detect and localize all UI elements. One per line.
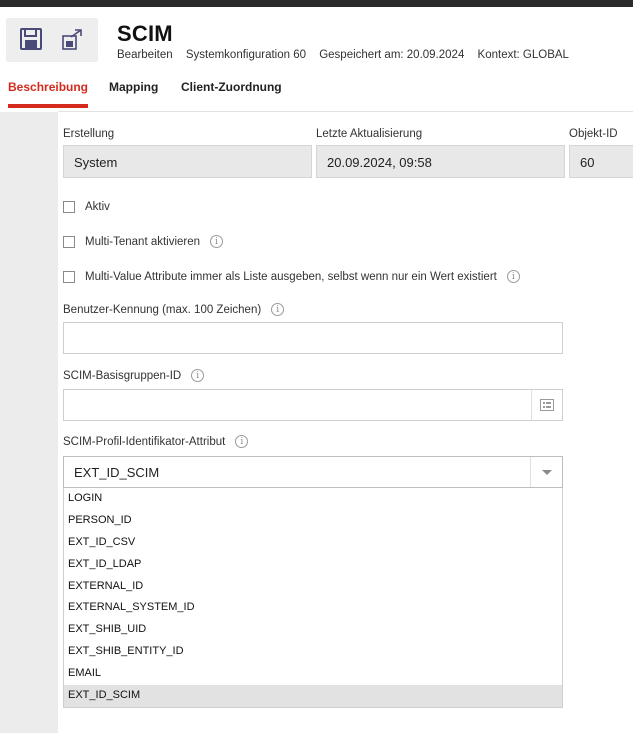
- created-field: System: [63, 145, 312, 178]
- checkbox-multi-tenant-row: Multi-Tenant aktivieren i: [63, 235, 224, 248]
- chevron-down-icon: [541, 469, 552, 475]
- user-id-input[interactable]: [63, 322, 563, 354]
- picker-button[interactable]: [531, 390, 562, 420]
- dropdown-option[interactable]: EXT_ID_LDAP: [64, 554, 562, 576]
- meta-mode: Bearbeiten: [117, 49, 173, 61]
- tab-client-zuordnung[interactable]: Client-Zuordnung: [181, 78, 282, 108]
- updated-label: Letzte Aktualisierung: [316, 128, 423, 140]
- window-top-bar: [0, 0, 633, 7]
- toolbar: [6, 18, 98, 62]
- save-button[interactable]: [16, 24, 46, 54]
- tab-mapping[interactable]: Mapping: [109, 78, 158, 108]
- object-id-label: Objekt-ID: [569, 128, 618, 140]
- dropdown-option[interactable]: EXT_ID_CSV: [64, 532, 562, 554]
- created-label: Erstellung: [63, 128, 115, 140]
- profile-attr-value: EXT_ID_SCIM: [74, 465, 160, 480]
- checkbox-aktiv-row: Aktiv: [63, 201, 110, 213]
- profile-attr-label-text: SCIM-Profil-Identifikator-Attribut: [63, 435, 226, 448]
- base-group-label-text: SCIM-Basisgruppen-ID: [63, 369, 182, 382]
- meta-saved: Gespeichert am: 20.09.2024: [319, 49, 465, 61]
- dropdown-option[interactable]: LOGIN: [64, 488, 562, 510]
- object-id-field: 60: [569, 145, 633, 178]
- profile-attr-dropdown: LOGIN PERSON_ID EXT_ID_CSV EXT_ID_LDAP E…: [63, 488, 563, 708]
- info-icon[interactable]: i: [235, 435, 249, 448]
- base-group-label: SCIM-Basisgruppen-ID i: [63, 369, 205, 382]
- content-divider: [58, 111, 633, 112]
- dropdown-option[interactable]: EXTERNAL_SYSTEM_ID: [64, 597, 562, 619]
- multi-value-label: Multi-Value Attribute immer als Liste au…: [85, 270, 497, 283]
- info-icon[interactable]: i: [210, 235, 224, 248]
- page-title: SCIM: [117, 21, 173, 46]
- tab-bar: Beschreibung Mapping Client-Zuordnung: [0, 78, 633, 108]
- dropdown-option[interactable]: EXTERNAL_ID: [64, 576, 562, 598]
- aktiv-label: Aktiv: [85, 201, 110, 213]
- list-picker-icon: [540, 399, 554, 411]
- multi-value-checkbox[interactable]: [63, 270, 75, 283]
- dropdown-option[interactable]: PERSON_ID: [64, 510, 562, 532]
- dropdown-toggle[interactable]: [530, 457, 562, 487]
- meta-object: Systemkonfiguration 60: [185, 49, 307, 61]
- page-meta: Bearbeiten Systemkonfiguration 60 Gespei…: [117, 49, 579, 61]
- dropdown-option-selected[interactable]: EXT_ID_SCIM: [64, 685, 562, 707]
- multi-tenant-label: Multi-Tenant aktivieren: [85, 235, 201, 248]
- export-icon: [62, 29, 82, 50]
- dropdown-option[interactable]: EXT_SHIB_UID: [64, 619, 562, 641]
- floppy-disk-icon: [20, 28, 42, 50]
- left-gutter: [0, 112, 58, 733]
- user-id-label: Benutzer-Kennung (max. 100 Zeichen) i: [63, 303, 285, 316]
- base-group-input[interactable]: [63, 389, 563, 421]
- info-icon[interactable]: i: [506, 270, 520, 283]
- user-id-label-text: Benutzer-Kennung (max. 100 Zeichen): [63, 303, 262, 316]
- meta-context: Kontext: GLOBAL: [477, 49, 569, 61]
- updated-field: 20.09.2024, 09:58: [316, 145, 565, 178]
- multi-tenant-checkbox[interactable]: [63, 235, 75, 248]
- info-icon[interactable]: i: [271, 303, 285, 316]
- tab-beschreibung[interactable]: Beschreibung: [8, 78, 89, 108]
- aktiv-checkbox[interactable]: [63, 201, 75, 213]
- dropdown-option[interactable]: EMAIL: [64, 663, 562, 685]
- info-icon[interactable]: i: [191, 369, 205, 382]
- export-button[interactable]: [58, 24, 88, 54]
- profile-attr-select[interactable]: EXT_ID_SCIM: [63, 456, 563, 488]
- checkbox-multi-value-row: Multi-Value Attribute immer als Liste au…: [63, 270, 520, 283]
- dropdown-option[interactable]: EXT_SHIB_ENTITY_ID: [64, 641, 562, 663]
- profile-attr-label: SCIM-Profil-Identifikator-Attribut i: [63, 435, 249, 448]
